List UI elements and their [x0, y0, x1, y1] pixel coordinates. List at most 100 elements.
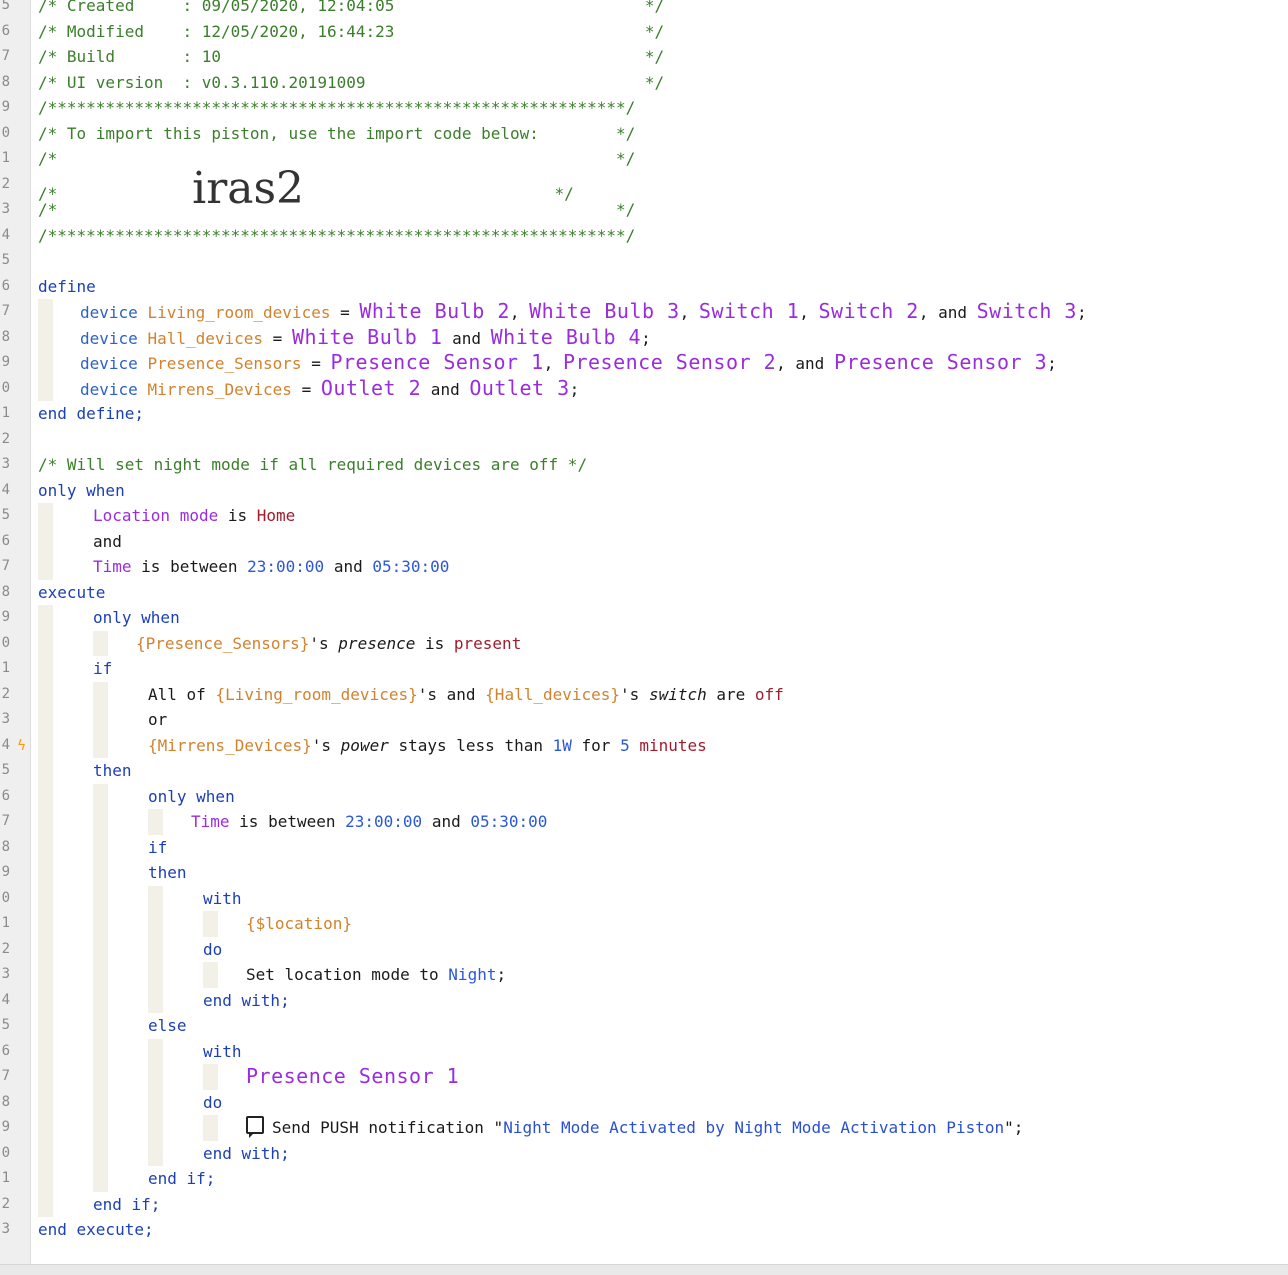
line-number: 8 — [1, 583, 10, 600]
operator: = — [291, 379, 321, 399]
line-number: 3 — [1, 711, 10, 727]
indent-guide — [38, 1038, 53, 1064]
code-line: 8 if — [0, 834, 1288, 860]
if-keyword: if — [148, 837, 168, 857]
line-number: 7 — [1, 303, 10, 319]
logical-operator[interactable]: or — [38, 707, 167, 733]
value: 1 — [552, 735, 563, 755]
line-number: 2 — [1, 940, 10, 957]
statement[interactable]: with — [38, 885, 242, 911]
code-line: 2 — [0, 427, 1288, 453]
end-define-keyword[interactable]: end define; — [38, 401, 144, 427]
value: 23:00:00 — [345, 812, 423, 831]
task-text: Send PUSH notification " — [272, 1118, 504, 1137]
operator: stays less than — [388, 735, 553, 755]
statement[interactable]: if — [38, 834, 168, 860]
condition[interactable]: Location mode is Home — [38, 503, 295, 529]
statement[interactable]: else — [38, 1013, 187, 1039]
define-statement[interactable]: device Presence_Sensors = Presence Senso… — [38, 350, 1057, 377]
statement[interactable]: end if; — [38, 1166, 215, 1192]
statement[interactable]: do — [38, 936, 223, 962]
indent-guide — [38, 554, 53, 580]
logical-operator[interactable]: and — [38, 528, 122, 554]
line-number: 6 — [1, 532, 10, 549]
attribute: switch — [648, 684, 707, 704]
indent-guide — [93, 630, 108, 656]
quantifier: All of — [148, 684, 216, 704]
attribute: presence — [338, 633, 416, 653]
separator: , — [509, 303, 530, 322]
operator: is between — [229, 812, 346, 831]
indent-guide — [93, 962, 108, 988]
statement[interactable]: end with; — [38, 1140, 290, 1166]
condition[interactable]: Time is between 23:00:00 and 05:30:00 — [38, 554, 449, 580]
value: Home — [256, 506, 296, 525]
only-when-keyword[interactable]: only when — [38, 478, 125, 504]
statement[interactable]: if — [38, 656, 112, 682]
end-execute-keyword[interactable]: end execute; — [38, 1217, 154, 1243]
value: 05:30:00 — [372, 557, 450, 576]
possessive: 's — [620, 684, 649, 704]
target[interactable]: {$location} — [38, 911, 352, 937]
code-line: 6 and — [0, 528, 1288, 554]
header-blank: /* */ — [38, 200, 636, 219]
subject: Location — [93, 506, 171, 525]
define-keyword[interactable]: define — [38, 274, 96, 300]
device-name: Presence Sensor 1 — [330, 350, 544, 374]
statement[interactable]: with — [38, 1038, 242, 1064]
statement[interactable]: end with; — [38, 987, 290, 1013]
indent-guide — [93, 1038, 108, 1064]
device-name: White Bulb 1 — [291, 324, 443, 349]
indent-guide — [38, 656, 53, 682]
code-line: 9 /**************************************… — [0, 95, 1288, 121]
variable: {Hall_devices} — [485, 684, 621, 704]
line-number: 3 — [1, 456, 10, 472]
line-number: 7 — [1, 813, 10, 829]
condition[interactable]: Time is between 23:00:00 and 05:30:00 — [38, 809, 547, 835]
indent-guide — [203, 962, 218, 988]
task[interactable]: Set location mode to Night; — [38, 962, 506, 988]
statement[interactable]: then — [38, 758, 132, 784]
statement[interactable]: do — [38, 1089, 223, 1115]
separator: ; — [1047, 354, 1057, 373]
indent-guide — [148, 1115, 163, 1141]
do-keyword: do — [203, 939, 223, 959]
device-name: Presence Sensor 1 — [246, 1064, 460, 1088]
horizontal-scrollbar[interactable] — [0, 1264, 1288, 1275]
target[interactable]: Presence Sensor 1 — [38, 1064, 459, 1091]
statement[interactable]: only when — [38, 783, 235, 809]
operator: is — [415, 633, 454, 653]
statement[interactable]: then — [38, 860, 187, 886]
define-statement[interactable]: device Living_room_devices = White Bulb … — [38, 299, 1087, 326]
indent-guide — [38, 605, 53, 631]
do-keyword: do — [203, 1092, 223, 1112]
logic-comment[interactable]: /* Will set night mode if all required d… — [38, 452, 587, 478]
statement[interactable]: only when — [38, 605, 180, 631]
define-statement[interactable]: device Mirrens_Devices = Outlet 2 and Ou… — [38, 375, 579, 403]
device-keyword: device — [80, 354, 138, 373]
indent-guide — [38, 707, 53, 733]
code-line: 7 Time is between 23:00:00 and 05:30:00 — [0, 554, 1288, 580]
variable: {Presence_Sensors} — [136, 633, 310, 653]
code-line: 8 do — [0, 1089, 1288, 1115]
define-statement[interactable]: device Hall_devices = White Bulb 1 and W… — [38, 324, 651, 352]
line-number: 2 — [1, 175, 10, 192]
value: present — [453, 633, 522, 653]
operator: and — [324, 557, 373, 576]
indent-guide — [148, 885, 163, 911]
operator: is between — [131, 557, 248, 576]
value: off — [754, 684, 784, 704]
code-line: 5 then — [0, 758, 1288, 784]
separator: ; — [496, 965, 507, 984]
task[interactable]: Send PUSH notification "Night Mode Activ… — [38, 1115, 1023, 1141]
condition[interactable]: All of {Living_room_devices}'s and {Hall… — [38, 681, 784, 707]
execute-keyword[interactable]: execute — [38, 580, 105, 606]
condition[interactable]: {Presence_Sensors}'s presence is present — [38, 630, 522, 656]
condition[interactable]: {Mirrens_Devices}'s power stays less tha… — [38, 732, 707, 758]
code-line: 7 device Living_room_devices = White Bulb… — [0, 299, 1288, 325]
indent-guide — [93, 834, 108, 860]
comment-bubble-icon[interactable] — [246, 1115, 264, 1138]
code-line: 1 end if; — [0, 1166, 1288, 1192]
device-keyword: device — [80, 379, 138, 399]
statement[interactable]: end if; — [38, 1191, 160, 1217]
